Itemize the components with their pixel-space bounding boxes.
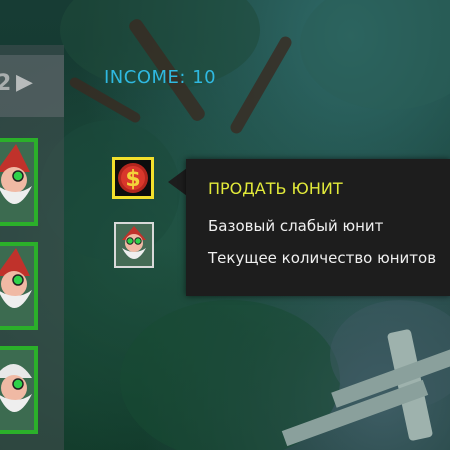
gnome-unit-icon — [0, 246, 34, 326]
foliage-decoration — [300, 0, 450, 110]
tooltip-unit-count: Текущее количество юнитов — [208, 249, 437, 267]
svg-text:$: $ — [125, 167, 140, 192]
fence-decoration — [281, 328, 450, 450]
game-scene: 2 ▶ INCOME: 10 $ ПРОДАТЬ ЮНИТ Базовый сл… — [0, 0, 450, 450]
dollar-coin-icon: $ — [118, 163, 148, 193]
gnome-unit-icon — [0, 142, 34, 222]
unit-card[interactable] — [0, 346, 38, 434]
unit-card[interactable] — [0, 138, 38, 226]
unit-slot-button[interactable] — [114, 222, 154, 268]
gnome-unit-icon — [116, 224, 152, 266]
page-number: 2 — [0, 71, 12, 96]
tooltip-title: ПРОДАТЬ ЮНИТ — [208, 179, 343, 198]
page-selector[interactable]: 2 ▶ — [0, 55, 64, 117]
next-page-arrow-icon[interactable]: ▶ — [16, 70, 33, 95]
income-label: INCOME: 10 — [104, 67, 217, 88]
sell-unit-button[interactable]: $ — [112, 157, 154, 199]
unit-card[interactable] — [0, 242, 38, 330]
gnome-unit-icon — [0, 350, 34, 430]
sell-unit-tooltip: ПРОДАТЬ ЮНИТ Базовый слабый юнит Текущее… — [186, 159, 450, 296]
tooltip-pointer — [168, 168, 187, 196]
tooltip-description: Базовый слабый юнит — [208, 217, 384, 235]
